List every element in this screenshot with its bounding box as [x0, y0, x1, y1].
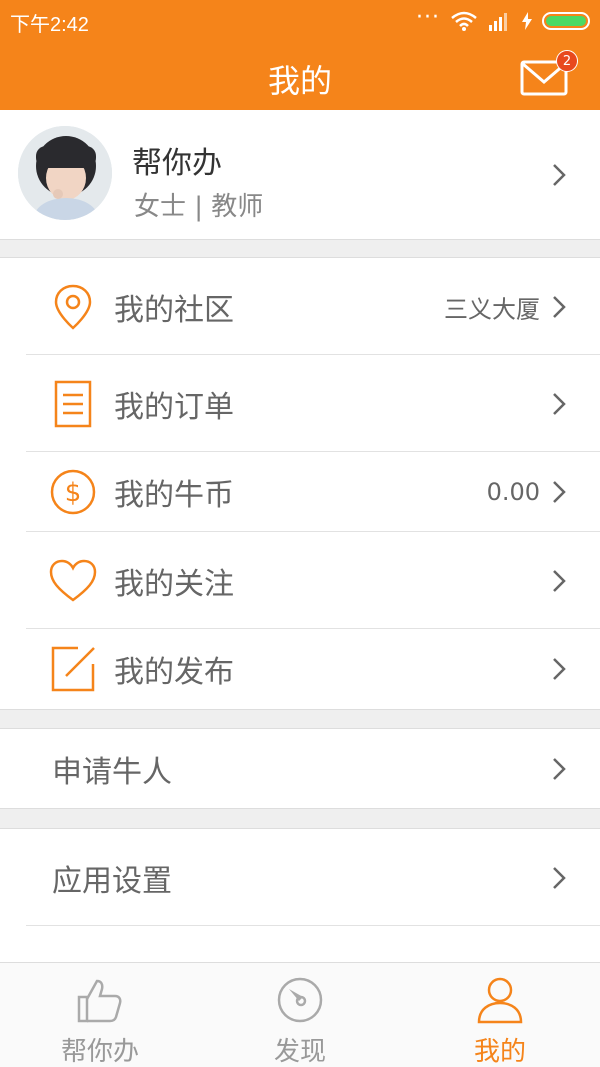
thumbs-up-icon	[77, 979, 122, 1023]
chevron-right-icon	[553, 658, 566, 680]
order-list-icon	[54, 380, 92, 427]
location-pin-icon	[54, 284, 92, 330]
nav-label: 帮你办	[60, 1037, 139, 1067]
avatar	[18, 126, 112, 220]
coins-value: 0.00	[486, 478, 540, 506]
heart-icon	[49, 559, 97, 602]
menu-row-posts[interactable]: 我的发布	[0, 629, 600, 709]
nav-label: 我的	[473, 1037, 526, 1067]
battery-icon	[542, 12, 590, 30]
menu-label: 我的关注	[114, 566, 234, 602]
user-icon	[477, 977, 523, 1024]
chevron-right-icon	[553, 481, 566, 503]
bottom-nav: 帮你办 发现 我的	[0, 962, 600, 1067]
title-bar: 我的 2	[0, 42, 600, 110]
chevron-right-icon	[553, 295, 566, 318]
profile-name: 帮你办	[132, 146, 222, 181]
menu-label: 我的牛币	[114, 478, 234, 513]
menu-row-settings[interactable]: 应用设置	[0, 829, 600, 926]
menu-label: 我的社区	[114, 292, 234, 328]
chevron-right-icon	[553, 164, 566, 186]
my-section: 我的社区 三义大厦 我的订单 $ 我的牛币 0.00 我的关注 我的发布	[0, 257, 600, 710]
svg-text:$: $	[65, 478, 82, 508]
chevron-right-icon	[553, 569, 566, 592]
page-title: 我的	[267, 62, 332, 100]
status-bar: 下午2:42 ···	[0, 0, 600, 42]
nav-tab-mine[interactable]: 我的	[400, 963, 600, 1067]
nav-tab-discover[interactable]: 发现	[200, 963, 400, 1067]
menu-label: 我的发布	[114, 655, 234, 690]
unread-badge: 2	[556, 50, 578, 72]
menu-row-community[interactable]: 我的社区 三义大厦	[0, 258, 600, 355]
menu-label: 应用设置	[52, 863, 172, 899]
menu-row-orders[interactable]: 我的订单	[0, 355, 600, 452]
status-time: 下午2:42	[10, 14, 89, 36]
menu-row-follows[interactable]: 我的关注	[0, 532, 600, 629]
chevron-right-icon	[553, 757, 566, 780]
chevron-right-icon	[553, 866, 566, 889]
chevron-right-icon	[553, 392, 566, 415]
compass-icon	[277, 977, 323, 1023]
nav-label: 发现	[273, 1037, 326, 1067]
menu-row-coins[interactable]: $ 我的牛币 0.00	[0, 452, 600, 532]
profile-card[interactable]: 帮你办 女士 | 教师	[0, 110, 600, 240]
edit-square-icon	[51, 646, 95, 692]
wifi-icon	[451, 11, 477, 31]
menu-row-apply[interactable]: 申请牛人	[0, 729, 600, 808]
signal-icon	[489, 13, 507, 31]
apply-section: 申请牛人	[0, 728, 600, 809]
status-icons: ···	[416, 5, 590, 32]
community-value: 三义大厦	[444, 295, 540, 323]
messages-button[interactable]: 2	[520, 50, 578, 96]
more-dots-icon: ···	[416, 5, 440, 30]
menu-label: 我的订单	[114, 389, 234, 425]
nav-tab-help[interactable]: 帮你办	[0, 963, 200, 1067]
menu-label: 申请牛人	[52, 754, 172, 790]
profile-info: 女士 | 教师	[134, 192, 264, 222]
dollar-coin-icon: $	[50, 469, 96, 515]
charging-icon	[522, 12, 532, 30]
